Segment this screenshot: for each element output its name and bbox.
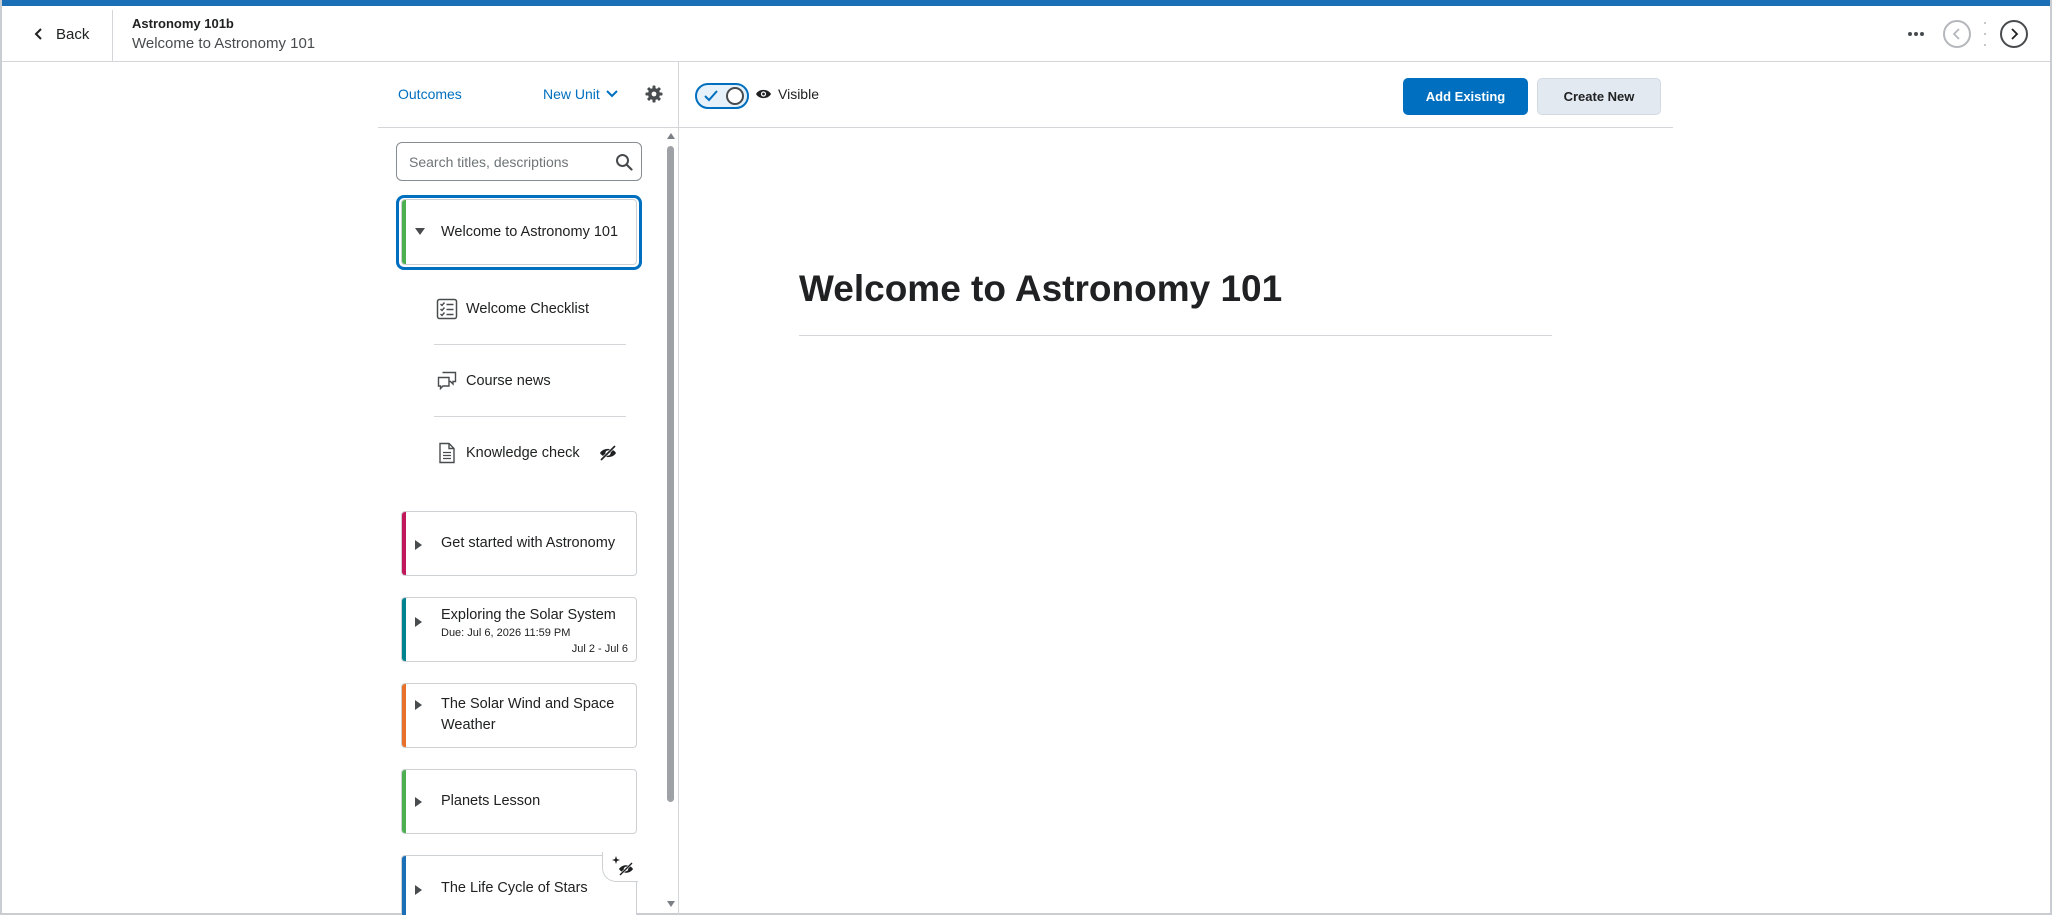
- unit-title: Get started with Astronomy: [441, 535, 616, 551]
- ai-hidden-badge: [602, 852, 638, 882]
- search-input[interactable]: [409, 151, 609, 173]
- unit-item-welcome[interactable]: Welcome to Astronomy 101: [401, 199, 637, 265]
- document-icon: [439, 442, 455, 464]
- unit-item-exploring[interactable]: Exploring the Solar System Due: Jul 6, 2…: [401, 597, 637, 662]
- unit-accent-bar: [402, 770, 406, 833]
- unit-due-date: Due: Jul 6, 2026 11:59 PM: [441, 627, 571, 639]
- caret-right-icon[interactable]: [415, 540, 422, 550]
- chevron-left-icon: [34, 28, 42, 40]
- header-divider: [112, 10, 113, 62]
- unit-title: The Life Cycle of Stars: [441, 880, 588, 896]
- unit-accent-bar: [402, 856, 406, 915]
- page-title: Welcome to Astronomy 101: [799, 268, 1283, 309]
- create-new-button[interactable]: Create New: [1537, 78, 1661, 115]
- topic-label: Welcome Checklist: [466, 300, 590, 317]
- topic-item[interactable]: Course news: [434, 345, 626, 417]
- sidebar-scrollbar[interactable]: [665, 130, 676, 915]
- scrollbar-thumb[interactable]: [667, 146, 674, 802]
- unit-item-planets[interactable]: Planets Lesson: [401, 769, 637, 834]
- chevron-right-icon: [2011, 28, 2019, 40]
- chevron-left-icon: [1952, 28, 1960, 40]
- previous-page-button[interactable]: [1943, 20, 1971, 48]
- new-unit-label: New Unit: [543, 86, 600, 102]
- more-options-button[interactable]: [1904, 22, 1928, 46]
- unit-date-range: Jul 2 - Jul 6: [571, 643, 628, 655]
- visibility-label: Visible: [778, 86, 819, 102]
- toggle-knob: [726, 87, 744, 105]
- unit-accent-bar: [402, 200, 406, 264]
- unit-item-solar-wind[interactable]: The Solar Wind and Space Weather: [401, 683, 637, 748]
- window-frame: [0, 0, 2052, 915]
- pane-divider: [678, 62, 679, 915]
- unit-accent-bar: [402, 684, 406, 747]
- course-title: Astronomy 101b: [132, 16, 234, 31]
- outcomes-link[interactable]: Outcomes: [398, 86, 462, 102]
- next-page-button[interactable]: [2000, 20, 2028, 48]
- checkmark-icon: [704, 90, 718, 102]
- unit-title: Welcome to Astronomy 101: [441, 224, 619, 240]
- topic-label: Knowledge check: [466, 445, 580, 461]
- scroll-down-arrow-icon[interactable]: [667, 900, 675, 908]
- visibility-status: Visible: [755, 86, 819, 102]
- back-label: Back: [56, 25, 90, 43]
- caret-right-icon[interactable]: [415, 797, 422, 807]
- chevron-down-icon: [606, 90, 618, 98]
- unit-accent-bar: [402, 598, 406, 661]
- left-toolbar: Outcomes New Unit: [378, 62, 678, 128]
- content-toolbar: Visible Add Existing Create New: [679, 62, 1673, 128]
- unit-title: Exploring the Solar System: [441, 607, 616, 623]
- search-icon[interactable]: [615, 153, 633, 171]
- search-box: [396, 142, 642, 181]
- visibility-toggle[interactable]: [695, 83, 749, 109]
- eye-slash-icon: [599, 444, 617, 462]
- nav-separator: [1983, 22, 1987, 46]
- caret-right-icon[interactable]: [415, 885, 422, 895]
- unit-accent-bar: [402, 512, 406, 575]
- sparkle-eye-slash-icon: [612, 856, 633, 876]
- add-existing-button[interactable]: Add Existing: [1403, 78, 1528, 115]
- new-unit-menu[interactable]: New Unit: [543, 86, 618, 102]
- topic-item[interactable]: Knowledge check: [434, 417, 626, 489]
- unit-item-get-started[interactable]: Get started with Astronomy: [401, 511, 637, 576]
- title-divider: [799, 335, 1552, 336]
- back-button[interactable]: Back: [32, 18, 89, 50]
- eye-icon: [756, 89, 771, 99]
- caret-down-icon[interactable]: [415, 228, 425, 235]
- gear-icon[interactable]: [644, 84, 664, 104]
- page-subtitle: Welcome to Astronomy 101: [132, 35, 316, 52]
- topic-label: Course news: [466, 372, 551, 389]
- scroll-up-arrow-icon[interactable]: [667, 132, 675, 140]
- page-header: Back Astronomy 101b Welcome to Astronomy…: [2, 6, 2050, 62]
- topic-item[interactable]: Welcome Checklist: [434, 273, 626, 345]
- unit-title: Planets Lesson: [441, 793, 541, 809]
- caret-right-icon[interactable]: [415, 617, 422, 627]
- ellipsis-icon: [1908, 32, 1924, 36]
- unit-title: The Solar Wind and Space Weather: [441, 696, 615, 733]
- caret-right-icon[interactable]: [415, 700, 422, 710]
- discussion-icon: [437, 371, 457, 390]
- checklist-icon: [436, 298, 458, 319]
